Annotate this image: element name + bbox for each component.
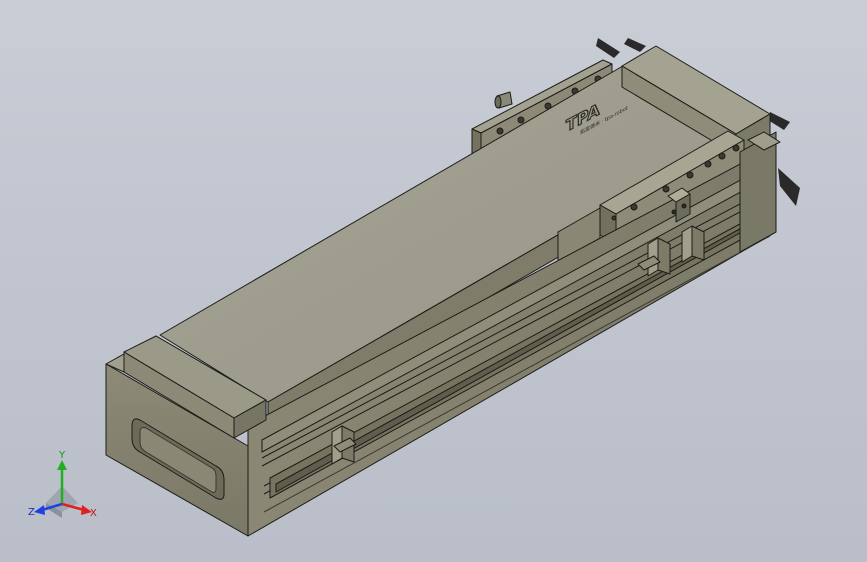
y-axis-label: Y — [58, 450, 66, 461]
x-axis-arrow-icon — [61, 502, 92, 515]
x-axis-label: X — [90, 508, 97, 519]
orientation-triad[interactable]: Y X Z — [26, 448, 106, 528]
cad-viewport[interactable]: TPA 拓富德米 · tpa-robot Y X Z — [0, 0, 867, 562]
limit-sensor-left — [331, 425, 357, 465]
z-axis-label: Z — [28, 507, 35, 518]
linear-module-model[interactable]: TPA 拓富德米 · tpa-robot — [0, 0, 867, 562]
base-end-right — [739, 131, 781, 253]
limit-sensor-right — [681, 225, 705, 263]
motor-shaft — [494, 91, 513, 109]
